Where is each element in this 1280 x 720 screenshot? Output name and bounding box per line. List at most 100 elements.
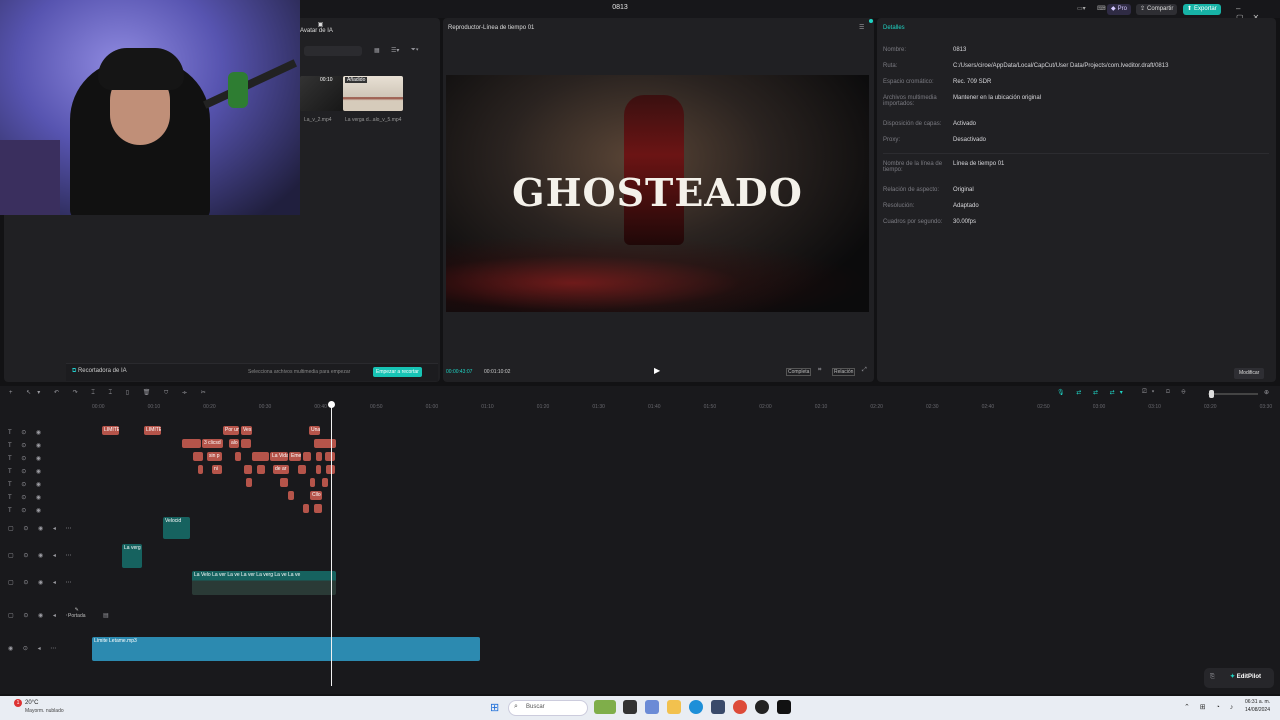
crop-frame-icon[interactable]: ⌗ [818, 367, 821, 374]
ruler-tick: 00:00 [92, 404, 105, 410]
playhead-handle[interactable] [328, 401, 335, 408]
search-input[interactable] [304, 46, 362, 56]
grid-view-icon[interactable]: ▦ [374, 47, 380, 54]
track-heads[interactable]: T ⊙ ◉ T ⊙ ◉ T ⊙ ◉ T ⊙ ◉ T ⊙ ◉ T ⊙ ◉ T ⊙ ◉ [8, 427, 45, 518]
play-icon[interactable]: ▶ [654, 366, 660, 375]
detail-value: Rec. 709 SDR [953, 79, 992, 85]
copilot-icon[interactable] [645, 700, 659, 714]
text-clip[interactable] [322, 478, 328, 487]
modify-button[interactable]: Modificar [1234, 368, 1265, 379]
track-head-cover[interactable]: ▢ ⊙ ◉ ◂ ⋯ [8, 612, 76, 619]
text-clip[interactable]: ni [212, 465, 222, 474]
store-icon[interactable] [711, 700, 725, 714]
sort-icon[interactable]: ☰▾ [391, 47, 399, 54]
start-crop-button[interactable]: Empezar a recortar [373, 367, 422, 377]
text-clip[interactable] [280, 478, 288, 487]
track-head-video-1[interactable]: ▢ ⊙ ◉ ◂ ⋯ [8, 525, 76, 532]
widget-icon[interactable] [594, 700, 616, 714]
text-clip[interactable] [246, 478, 252, 487]
text-clip[interactable] [257, 465, 265, 474]
folder-icon[interactable] [667, 700, 681, 714]
zoom-slider-handle[interactable] [1209, 390, 1214, 398]
share-icon: ⇪ [1140, 6, 1146, 12]
text-clip[interactable]: Una [309, 426, 320, 435]
weather-temp[interactable]: 20°C [25, 700, 38, 706]
ruler-tick: 00:20 [203, 404, 216, 410]
track-head-audio[interactable]: ◉ ⊙ ◂ ⋯ [8, 645, 60, 652]
main-video-track[interactable]: La Velo La ver La ve La ver La verg La v… [192, 571, 336, 595]
text-clip[interactable] [314, 504, 322, 513]
text-clip[interactable] [241, 439, 251, 448]
video-clip[interactable]: La verg [122, 544, 142, 568]
filter-icon[interactable]: ⏷▾ [411, 47, 419, 54]
chrome-icon[interactable] [733, 700, 747, 714]
taskview-icon[interactable] [623, 700, 637, 714]
text-clip[interactable] [252, 452, 269, 461]
clock-time[interactable]: 06:31 a. m. [1240, 699, 1270, 705]
ruler-tick: 02:10 [814, 404, 828, 410]
layout-icon[interactable]: ▭▾ [1073, 4, 1090, 15]
text-clip[interactable]: sin p [207, 452, 222, 461]
text-clip[interactable] [244, 465, 252, 474]
text-clip[interactable] [303, 452, 311, 461]
windows-start-icon[interactable]: ⊞ [490, 701, 499, 714]
ratio-button[interactable]: Completa [786, 368, 812, 376]
text-clip[interactable]: Por un [223, 426, 239, 435]
tray-icons[interactable]: ⌃ ⊞ ◔ ♪ [1184, 703, 1237, 711]
ai-cropper-title: ⧉ Recortadora de IA [72, 368, 127, 374]
zoom-slider[interactable] [1208, 393, 1258, 395]
share-button[interactable]: ⇪ Compartir [1136, 4, 1178, 15]
export-button[interactable]: ⬆ Exportar [1183, 4, 1221, 15]
diamond-icon: ◆ [1111, 6, 1116, 12]
playhead[interactable] [331, 404, 332, 686]
text-clip[interactable]: Ves [241, 426, 252, 435]
text-clip[interactable] [288, 491, 294, 500]
text-clip[interactable] [235, 452, 241, 461]
text-clip[interactable]: LIMITE [102, 426, 119, 435]
text-clip[interactable]: LIMITE [144, 426, 161, 435]
text-clip[interactable] [316, 452, 322, 461]
text-clip[interactable]: de ar [273, 465, 289, 474]
text-clip[interactable]: alo [229, 439, 239, 448]
pro-button[interactable]: ◆ Pro [1107, 4, 1131, 15]
track-head-video-2[interactable]: ▢ ⊙ ◉ ◂ ⋯ [8, 552, 76, 559]
timeline-toolbar[interactable]: + ↖▾ ↶ ↷ ⌶ ⌶ ▯ 🗑 ⛉ ⟛ ✂ [9, 389, 212, 397]
video-viewer[interactable]: GHOSTEADO [446, 75, 869, 312]
text-clip[interactable] [182, 439, 201, 448]
details-header: Detalles [883, 25, 905, 31]
cover-thumb-icon[interactable]: ▤ [103, 612, 109, 619]
text-clip[interactable] [316, 465, 321, 474]
edge-icon[interactable] [689, 700, 703, 714]
audio-clip[interactable] [92, 637, 480, 661]
video-clip[interactable]: Velocid [163, 517, 190, 539]
menu-icon[interactable]: ☰ [859, 24, 864, 31]
export-icon: ⬆ [1187, 6, 1193, 12]
chat-icon[interactable]: ⎘ [1210, 674, 1215, 681]
text-clip[interactable] [298, 465, 306, 474]
text-clip[interactable] [310, 478, 315, 487]
status-dot [869, 19, 873, 23]
text-clip[interactable]: Eme [289, 452, 301, 461]
capcut-icon[interactable] [777, 700, 791, 714]
cover-button[interactable]: ✎ Portada [68, 607, 86, 619]
obs-icon[interactable] [755, 700, 769, 714]
text-clip[interactable]: La Vida [270, 452, 288, 461]
track-head-main[interactable]: ▢ ⊙ ◉ ◂ ⋯ [8, 579, 76, 586]
text-clip[interactable] [198, 465, 203, 474]
taskbar-search[interactable] [508, 700, 588, 716]
text-clip[interactable] [303, 504, 309, 513]
zoom-tools[interactable]: ⎚▾ ⊡ ⊖ [1142, 389, 1190, 396]
zoom-in-icon[interactable]: ⊕ [1264, 389, 1269, 396]
text-clip[interactable]: Cllo [310, 491, 322, 500]
ruler-tick: 02:20 [870, 404, 883, 410]
editpilot-button[interactable]: ✦ EditPilot [1230, 673, 1261, 680]
aspect-button[interactable]: Relación [832, 368, 856, 376]
detail-label: Nombre: [883, 47, 907, 53]
timeline-right-tools[interactable]: 🎙 ⇄ ⇄ ⇄▾ [1057, 389, 1128, 396]
text-clip[interactable] [325, 452, 335, 461]
text-clip[interactable] [314, 439, 336, 448]
text-clip[interactable]: 3 clicsd [202, 439, 223, 448]
text-clip[interactable] [193, 452, 203, 461]
tab-ai-avatar[interactable]: ▣ Avatar de IA [300, 21, 333, 34]
fullscreen-icon[interactable]: ⤢ [862, 367, 867, 374]
